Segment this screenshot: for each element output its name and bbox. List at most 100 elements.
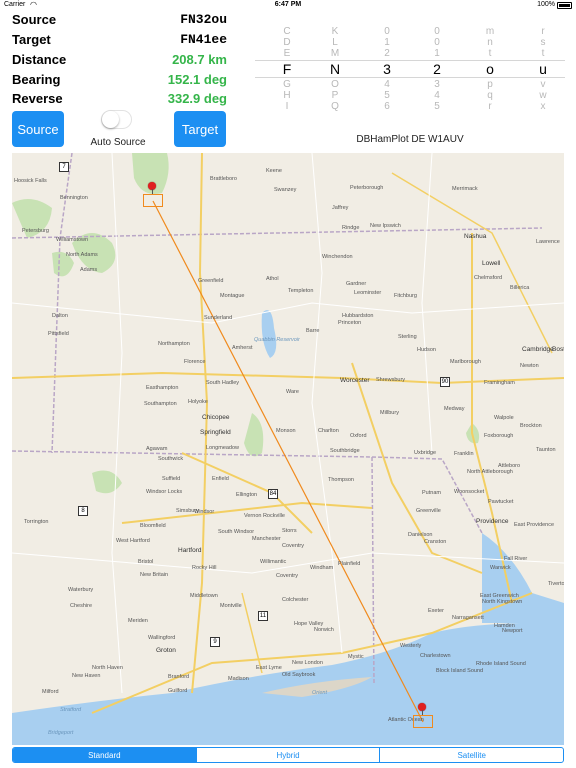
picker-option[interactable]: t: [480, 48, 500, 59]
auto-source-label: Auto Source: [90, 137, 146, 148]
picker-option[interactable]: D: [277, 37, 297, 48]
picker-option[interactable]: P: [325, 90, 345, 101]
map-place-label: Fall River: [504, 556, 528, 562]
picker-option[interactable]: 0: [427, 26, 447, 37]
picker-option[interactable]: r: [480, 101, 500, 112]
map-place-label: Branford: [168, 674, 190, 680]
picker-option[interactable]: 0: [427, 37, 447, 48]
map-place-label: Dalton: [52, 313, 68, 319]
map-place-label: Newton: [520, 363, 539, 369]
picker-selected-value[interactable]: F: [277, 61, 297, 77]
map-place-label: Danielson: [408, 532, 433, 538]
map-place-label: South Windsor: [218, 529, 255, 535]
map-view[interactable]: Keene Peterborough Merrimack Nashua Swanzey J…: [12, 153, 564, 745]
picker-selected-value[interactable]: N: [325, 61, 345, 77]
map-place-label: Pittsfield: [48, 331, 69, 337]
picker-option[interactable]: K: [325, 26, 345, 37]
segment-satellite[interactable]: Satellite: [379, 748, 563, 762]
map-place-label: Storrs: [282, 528, 297, 534]
picker-selected-value[interactable]: u: [533, 61, 553, 77]
target-button[interactable]: Target: [174, 111, 226, 147]
map-type-segmented-control[interactable]: Standard Hybrid Satellite: [12, 747, 564, 763]
picker-option[interactable]: O: [325, 79, 345, 90]
source-button[interactable]: Source: [12, 111, 64, 147]
map-place-label: Uxbridge: [414, 450, 437, 456]
picker-option[interactable]: v: [533, 79, 553, 90]
bearing-value: 152.1 deg: [167, 72, 227, 87]
picker-option[interactable]: m: [480, 26, 500, 37]
picker-option[interactable]: t: [533, 48, 553, 59]
picker-column-2[interactable]: KLMNOPQ: [325, 22, 345, 112]
picker-option[interactable]: 2: [377, 48, 397, 59]
map-place-label: Meriden: [128, 618, 148, 624]
picker-option[interactable]: s: [533, 37, 553, 48]
picker-option[interactable]: I: [277, 101, 297, 112]
picker-column-6[interactable]: rstuvwx: [533, 22, 553, 112]
map-place-label: Merrimack: [452, 186, 478, 192]
picker-option[interactable]: w: [533, 90, 553, 101]
picker-option[interactable]: x: [533, 101, 553, 112]
picker-selected-value[interactable]: o: [480, 61, 500, 77]
map-place-label: North Attleborough: [467, 469, 513, 475]
target-grid-square: [413, 715, 433, 728]
segment-standard[interactable]: Standard: [13, 748, 196, 762]
map-place-label: Plainfield: [338, 561, 361, 567]
map-place-label: Ware: [286, 389, 299, 395]
picker-option[interactable]: H: [277, 90, 297, 101]
map-place-label: Nashua: [464, 233, 487, 240]
map-place-label: Chicopee: [202, 414, 230, 421]
picker-column-4[interactable]: 0012345: [427, 22, 447, 112]
picker-column-3[interactable]: 012 3 456: [377, 22, 397, 112]
map-place-label: Fitchburg: [394, 293, 417, 299]
map-place-label: Waterbury: [68, 587, 94, 593]
map-place-label: North Haven: [92, 665, 123, 671]
picker-option[interactable]: M: [325, 48, 345, 59]
source-label: Source: [12, 12, 57, 27]
segment-hybrid[interactable]: Hybrid: [195, 748, 380, 762]
auto-source-toggle[interactable]: [101, 110, 132, 129]
picker-option[interactable]: 3: [427, 79, 447, 90]
map-place-label: Walpole: [494, 415, 514, 421]
map-place-label: Springfield: [200, 429, 231, 436]
picker-option[interactable]: G: [277, 79, 297, 90]
map-place-label: Attleboro: [498, 463, 521, 469]
map-place-label: Hoosick Falls: [14, 178, 47, 184]
map-place-label: Florence: [184, 359, 206, 365]
map-place-label: Warwick: [490, 565, 511, 571]
picker-option[interactable]: 6: [377, 101, 397, 112]
toggle-knob: [102, 111, 119, 128]
map-place-label: Ellington: [236, 492, 258, 498]
map-place-label: Northampton: [158, 341, 190, 347]
map-place-label: Colchester: [282, 597, 309, 603]
picker-option[interactable]: r: [533, 26, 553, 37]
picker-option[interactable]: 5: [427, 101, 447, 112]
picker-option[interactable]: 5: [377, 90, 397, 101]
map-place-label: Milford: [42, 689, 59, 695]
picker-option[interactable]: 1: [377, 37, 397, 48]
map-place-label: West Hartford: [116, 538, 150, 544]
picker-option[interactable]: p: [480, 79, 500, 90]
map-place-label: Taunton: [536, 447, 556, 453]
map-place-label: Montville: [220, 603, 242, 609]
picker-selected-value[interactable]: 3: [377, 61, 397, 77]
map-place-label: Montague: [220, 293, 245, 299]
picker-option[interactable]: L: [325, 37, 345, 48]
picker-column-5[interactable]: mntopqr: [480, 22, 500, 112]
locator-picker[interactable]: CDEFGHIKLMNOPQ01234560012345mntopqrrstuv…: [255, 22, 565, 112]
picker-option[interactable]: n: [480, 37, 500, 48]
picker-option[interactable]: 4: [377, 79, 397, 90]
picker-option[interactable]: Q: [325, 101, 345, 112]
picker-selected-value[interactable]: 2: [427, 61, 447, 77]
map-place-label: New Britain: [140, 572, 169, 578]
picker-option[interactable]: 4: [427, 90, 447, 101]
map-place-label: Jaffrey: [332, 205, 349, 211]
picker-option[interactable]: 1: [427, 48, 447, 59]
map-place-label: Quabbin Reservoir: [254, 337, 300, 343]
picker-option[interactable]: q: [480, 90, 500, 101]
picker-option[interactable]: C: [277, 26, 297, 37]
map-place-label: Hamden: [494, 623, 515, 629]
picker-option[interactable]: E: [277, 48, 297, 59]
route-shield-icon: 7: [59, 162, 69, 172]
picker-option[interactable]: 0: [377, 26, 397, 37]
picker-column-1[interactable]: CDEFGHI: [277, 22, 297, 112]
